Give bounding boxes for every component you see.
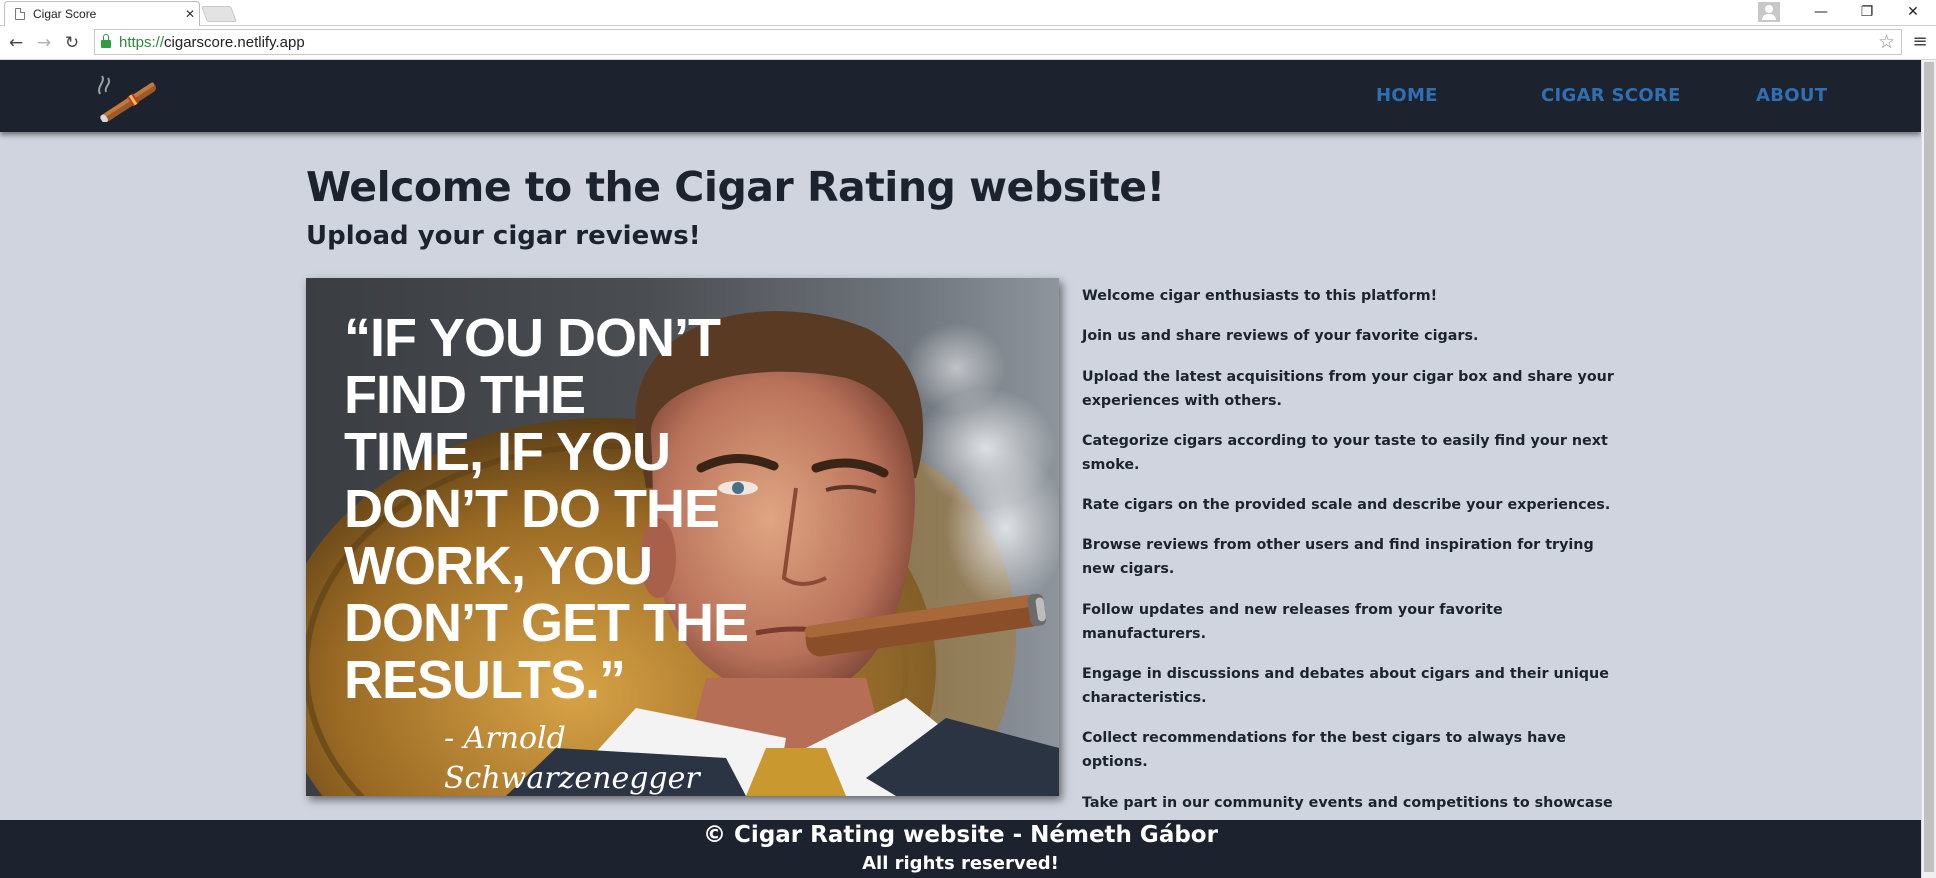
site-header: HOME CIGAR SCORE ABOUT	[0, 60, 1921, 132]
hero-quote-image: “IF YOU DON’T FIND THE TIME, IF YOU DON’…	[306, 278, 1059, 796]
nav-cigar-score[interactable]: CIGAR SCORE	[1541, 85, 1681, 106]
description-paragraph: Engage in discussions and debates about …	[1082, 666, 1609, 707]
description-paragraph: Follow updates and new releases from you…	[1082, 601, 1503, 642]
description-paragraph: Join us and share reviews of your favori…	[1082, 328, 1479, 345]
browser-tab-strip: Cigar Score ✕ — ❐ ✕	[0, 0, 1936, 26]
tab-close-icon[interactable]: ✕	[181, 7, 199, 21]
nav-home[interactable]: HOME	[1376, 85, 1438, 106]
hero-quote-line-3: TIME, IF YOU	[344, 422, 670, 482]
browser-tab[interactable]: Cigar Score ✕	[4, 1, 200, 26]
scrollbar-thumb[interactable]	[1924, 62, 1934, 872]
vertical-scrollbar[interactable]	[1921, 60, 1936, 878]
window-controls: — ❐ ✕	[1758, 0, 1936, 24]
page-icon	[15, 8, 25, 20]
url-host: cigarscore.netlify.app	[164, 33, 305, 51]
close-window-button[interactable]: ✕	[1890, 0, 1936, 24]
url-scheme: https://	[119, 33, 165, 51]
hero-quote-line-7: RESULTS.”	[344, 650, 625, 710]
footer-copyright: © Cigar Rating website - Németh Gábor	[703, 822, 1218, 848]
page-title: Welcome to the Cigar Rating website!	[306, 163, 1165, 211]
forward-button[interactable]: →	[32, 31, 56, 55]
browser-menu-icon[interactable]: ≡	[1908, 31, 1932, 55]
description-paragraph: Categorize cigars according to your tast…	[1082, 432, 1608, 473]
page-subtitle: Upload your cigar reviews!	[306, 221, 701, 251]
description-paragraph: Welcome cigar enthusiasts to this platfo…	[1082, 288, 1438, 304]
description-paragraph: Rate cigars on the provided scale and de…	[1082, 497, 1611, 514]
description-list: Welcome cigar enthusiasts to this platfo…	[1082, 284, 1622, 855]
page-viewport: HOME CIGAR SCORE ABOUT Welcome to the Ci…	[0, 60, 1921, 878]
reload-button[interactable]: ↻	[60, 31, 84, 55]
bookmark-star-icon[interactable]: ☆	[1878, 31, 1895, 53]
restore-button[interactable]: ❐	[1844, 0, 1890, 24]
footer-rights: All rights reserved!	[862, 853, 1059, 874]
browser-toolbar: ← → ↻ https://cigarscore.netlify.app ☆ ≡	[0, 26, 1936, 60]
back-button[interactable]: ←	[4, 31, 28, 55]
cigar-logo-icon[interactable]	[92, 72, 166, 124]
hero-author-line-1: - Arnold	[444, 721, 566, 756]
minimize-button[interactable]: —	[1798, 0, 1844, 24]
hero-quote-line-6: DON’T GET THE	[344, 593, 748, 653]
description-paragraph: Collect recommendations for the best cig…	[1082, 730, 1566, 771]
nav-about[interactable]: ABOUT	[1756, 85, 1827, 106]
description-paragraph: Upload the latest acquisitions from your…	[1082, 368, 1614, 409]
url-text[interactable]: https://cigarscore.netlify.app	[119, 34, 305, 51]
description-paragraph: Browse reviews from other users and find…	[1082, 537, 1594, 578]
hero-author-line-2: Schwarzenegger	[444, 761, 701, 796]
hero-quote-line-2: FIND THE	[344, 365, 585, 425]
site-footer: © Cigar Rating website - Németh Gábor Al…	[0, 820, 1921, 878]
hero-quote-line-1: “IF YOU DON’T	[344, 308, 721, 368]
lock-icon	[101, 34, 111, 48]
tab-title: Cigar Score	[33, 7, 97, 21]
hero-quote-line-4: DON’T DO THE	[344, 479, 719, 539]
hero-quote-line-5: WORK, YOU	[344, 536, 652, 596]
address-bar[interactable]: https://cigarscore.netlify.app ☆	[94, 29, 1902, 55]
new-tab-button[interactable]	[201, 6, 237, 22]
profile-avatar-icon[interactable]	[1758, 2, 1780, 22]
